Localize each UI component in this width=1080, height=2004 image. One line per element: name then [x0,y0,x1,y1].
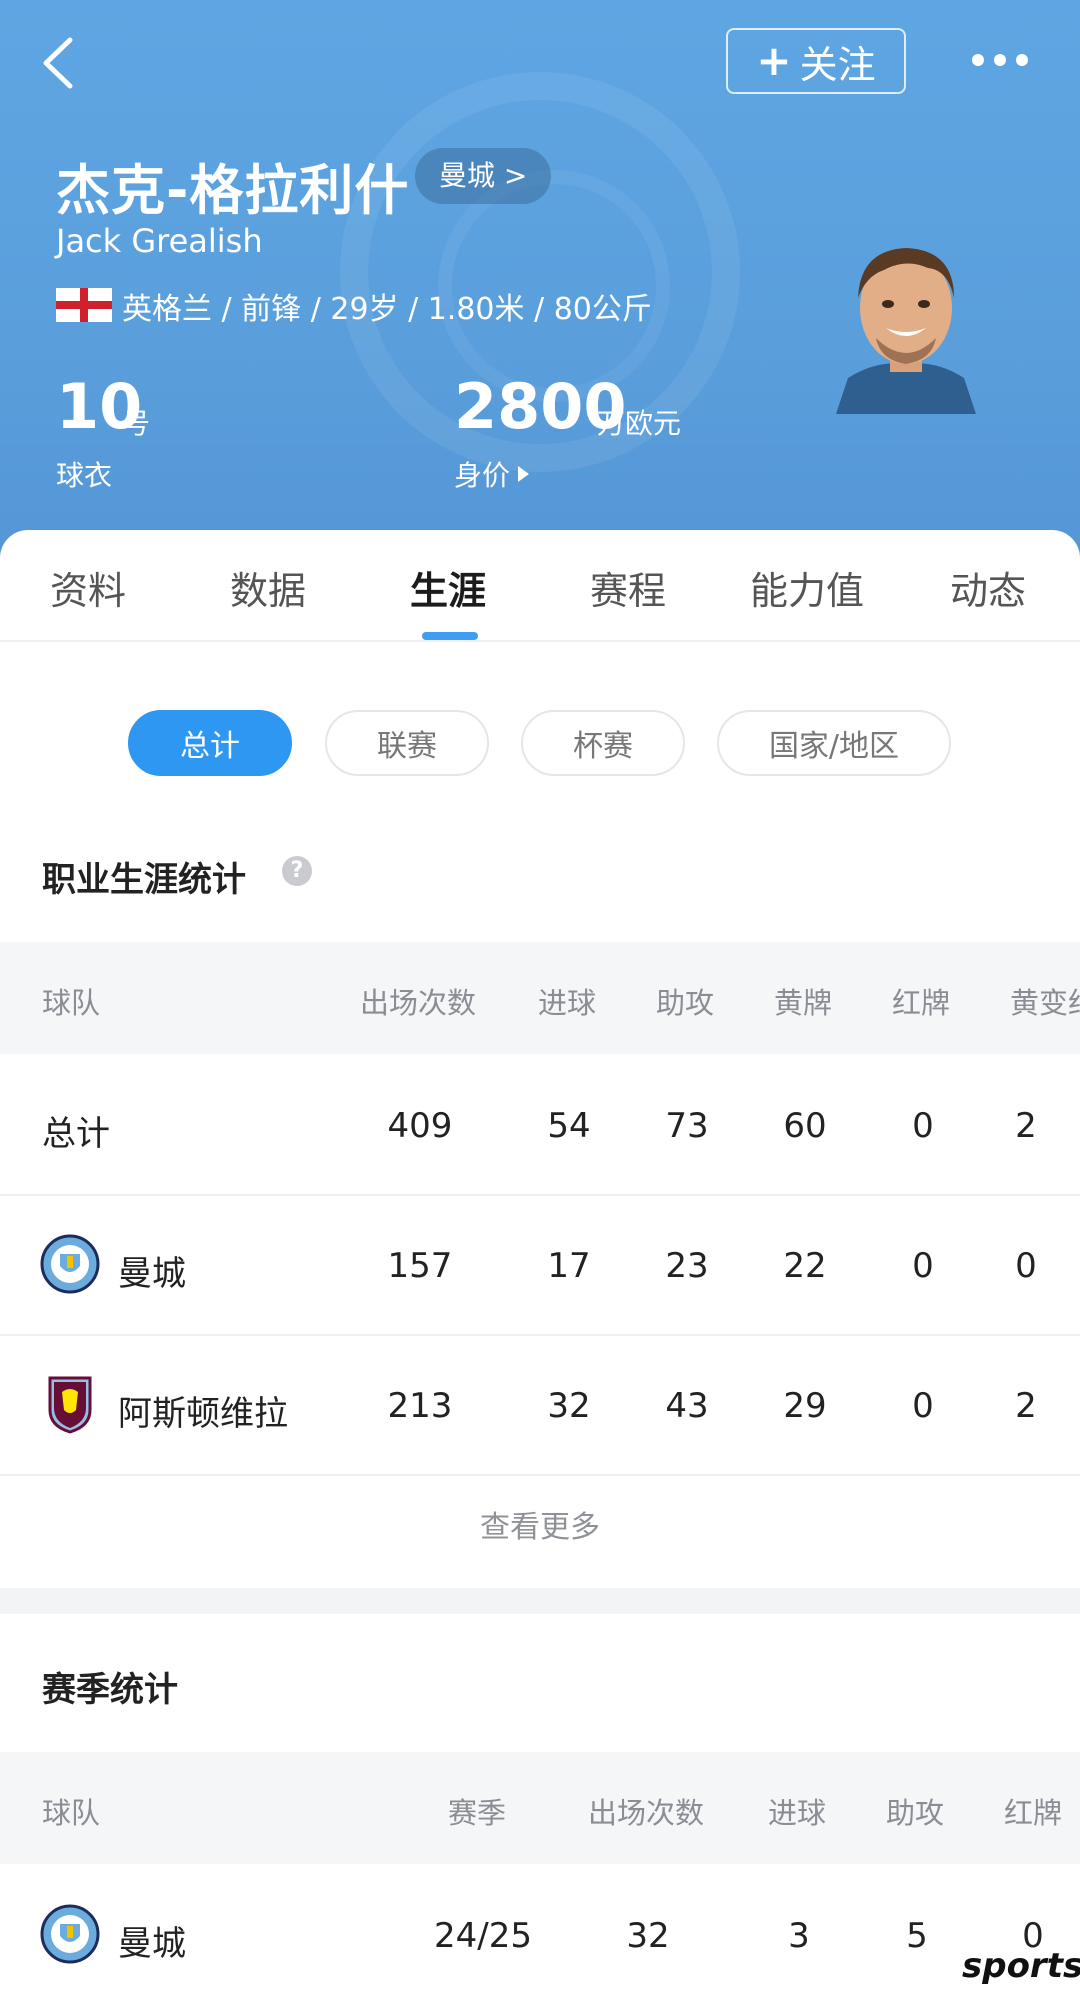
season-stats-title: 赛季统计 [42,1670,178,1710]
season-table-header: 球队 赛季 出场次数 进球 助攻 红牌 [0,1752,1080,1864]
col-apps: 出场次数 [360,986,477,1020]
content-card: 资料 数据 生涯 赛程 能力值 动态 总计 联赛 杯赛 国家/地区 职业生涯统计… [0,530,1080,1999]
apps-value: 157 [387,1246,453,1286]
col-season: 赛季 [448,1796,507,1830]
team-name: 总计 [42,1114,110,1154]
back-arrow-icon [43,37,73,89]
tab-stats[interactable]: 数据 [230,560,306,615]
apps-value: 409 [387,1106,453,1146]
goals-value: 54 [547,1106,591,1146]
season-value: 24/25 [434,1916,532,1956]
player-info: 英格兰 / 前锋 / 29岁 / 1.80米 / 80公斤 [122,292,652,327]
red-value: 0 [912,1246,934,1286]
col-team: 球队 [42,986,101,1020]
man-city-crest-icon [40,1234,100,1294]
apps-value: 32 [626,1916,670,1956]
goals-value: 3 [788,1916,810,1956]
col-red: 红牌 [892,986,951,1020]
team-name: 曼城 [118,1924,186,1964]
team-name: 曼城 [118,1254,186,1294]
second-yellow-value: 2 [1015,1386,1037,1426]
career-stats-title: 职业生涯统计 [42,860,246,900]
player-name-english: Jack Grealish [56,222,263,260]
filter-league[interactable]: 联赛 [325,710,489,776]
yellow-value: 29 [783,1386,827,1426]
second-yellow-value: 2 [1015,1106,1037,1146]
tab-career[interactable]: 生涯 [410,560,486,615]
filter-cup[interactable]: 杯赛 [521,710,685,776]
player-header: + 关注 杰克-格拉利什 曼城 > Jack Grealish 英格兰 / 前锋… [0,0,1080,560]
market-value-link[interactable]: 身价 [454,454,530,494]
sports-watermark: sports [962,1946,1080,1986]
team-name: 阿斯顿维拉 [118,1394,288,1434]
help-icon[interactable]: ? [282,856,312,886]
assists-value: 73 [665,1106,709,1146]
more-dots-icon[interactable] [972,48,1036,72]
tab-news[interactable]: 动态 [950,560,1026,615]
col-apps: 出场次数 [588,1796,705,1830]
table-row[interactable]: 曼城 157 17 23 22 0 0 [0,1194,1080,1336]
red-value: 0 [912,1386,934,1426]
table-row[interactable]: 总计 409 54 73 60 0 2 [0,1054,1080,1196]
follow-button[interactable]: + 关注 [726,28,906,94]
tab-schedule[interactable]: 赛程 [590,560,666,615]
aston-villa-crest-icon [48,1376,92,1434]
club-link[interactable]: 曼城 > [415,148,552,204]
player-avatar [836,248,976,414]
col-goals: 进球 [538,986,597,1020]
assists-value: 23 [665,1246,709,1286]
assists-value: 5 [906,1916,928,1956]
assists-value: 43 [665,1386,709,1426]
goals-value: 17 [547,1246,591,1286]
filter-national[interactable]: 国家/地区 [717,710,951,776]
col-yellow: 黄牌 [774,986,833,1020]
market-value-unit: 万欧元 [597,407,682,440]
market-value-label: 身价 [454,459,511,492]
shirt-number-unit: 号 [122,407,151,440]
table-row[interactable]: 曼城 24/25 32 3 5 0 [0,1864,1080,2004]
apps-value: 213 [387,1386,453,1426]
tab-bar: 资料 数据 生涯 赛程 能力值 动态 [0,530,1080,642]
plus-icon: + [756,36,792,85]
shirt-label: 球衣 [56,459,113,492]
col-red: 红牌 [1004,1796,1063,1830]
england-flag-icon [56,288,112,322]
man-city-crest-icon [40,1904,100,1964]
second-yellow-value: 0 [1015,1246,1037,1286]
section-divider [0,1588,1080,1614]
col-goals: 进球 [768,1796,827,1830]
col-assists: 助攻 [886,1796,945,1830]
col-assists: 助攻 [656,986,715,1020]
career-table-header: 球队 出场次数 进球 助攻 黄牌 红牌 黄变红 [0,942,1080,1054]
table-row[interactable]: 阿斯顿维拉 213 32 43 29 0 2 [0,1334,1080,1476]
red-value: 0 [912,1106,934,1146]
col-second-yellow: 黄变红 [1010,986,1080,1020]
active-tab-indicator [422,632,478,640]
player-name: 杰克-格拉利什 [56,159,410,222]
triangle-right-icon [518,466,530,482]
follow-label: 关注 [799,42,876,87]
col-team: 球队 [42,1796,101,1830]
tab-ability[interactable]: 能力值 [750,560,864,615]
back-button[interactable] [30,28,90,98]
yellow-value: 60 [783,1106,827,1146]
goals-value: 32 [547,1386,591,1426]
tab-profile[interactable]: 资料 [50,560,126,615]
filter-total[interactable]: 总计 [128,710,292,776]
yellow-value: 22 [783,1246,827,1286]
see-more-link[interactable]: 查看更多 [0,1502,1080,1546]
